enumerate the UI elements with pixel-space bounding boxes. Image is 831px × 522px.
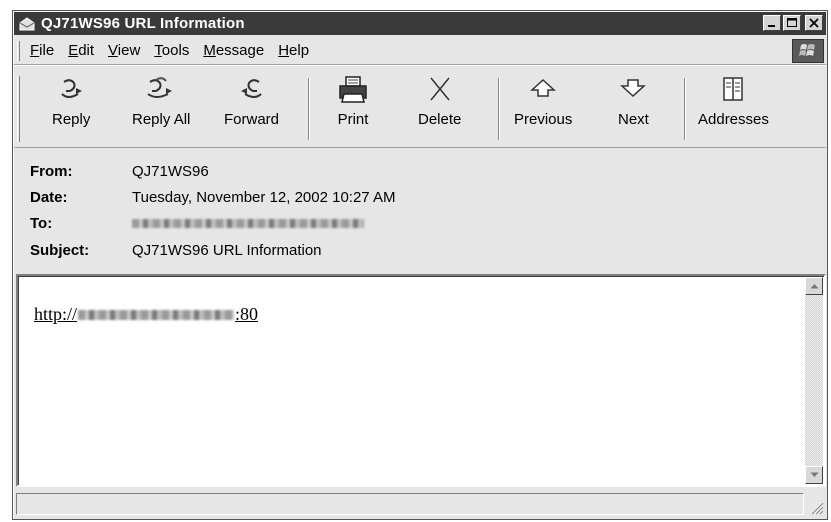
minimize-icon (768, 25, 775, 27)
menu-file[interactable]: File (30, 42, 54, 59)
toolbar-separator (498, 78, 500, 140)
from-label: From: (30, 163, 73, 180)
menu-message[interactable]: Message (203, 42, 264, 59)
url-port: :80 (235, 304, 259, 324)
message-body[interactable]: http:// :80 (16, 274, 826, 487)
maximize-icon (787, 18, 797, 27)
date-value: Tuesday, November 12, 2002 10:27 AM (132, 189, 396, 206)
close-icon (809, 18, 819, 28)
window-controls (763, 15, 823, 31)
forward-icon (240, 79, 262, 98)
vertical-scrollbar[interactable] (805, 277, 823, 484)
status-bar (16, 491, 826, 517)
header-subject-row: Subject: QJ71WS96 URL Information (30, 242, 322, 259)
previous-button[interactable]: Previous (514, 74, 572, 142)
delete-x-icon (430, 77, 450, 101)
reply-icon (61, 79, 83, 98)
toolbar-separator (308, 78, 310, 140)
toolbar-separator (684, 78, 686, 140)
up-arrow-icon (530, 78, 557, 97)
from-value: QJ71WS96 (132, 163, 209, 180)
maximize-button[interactable] (783, 15, 801, 31)
to-value-redacted (132, 219, 364, 228)
url-prefix: http:// (34, 304, 78, 324)
close-button[interactable] (805, 15, 823, 31)
subject-label: Subject: (30, 242, 90, 259)
header-date-row: Date: Tuesday, November 12, 2002 10:27 A… (30, 189, 396, 206)
addresses-button[interactable]: Addresses (698, 74, 769, 142)
window-title: QJ71WS96 URL Information (41, 15, 245, 32)
menu-view[interactable]: View (108, 42, 140, 59)
scroll-up-button[interactable] (805, 277, 823, 295)
menu-grip[interactable] (17, 41, 20, 61)
header-from-row: From: QJ71WS96 (30, 163, 209, 180)
menu-edit[interactable]: Edit (68, 42, 94, 59)
menu-help[interactable]: Help (278, 42, 309, 59)
printer-icon (339, 76, 367, 103)
header-to-row: To: (30, 215, 364, 232)
mail-envelope-icon (19, 16, 37, 32)
date-label: Date: (30, 189, 68, 206)
windows-logo-icon (792, 39, 824, 63)
reply-button[interactable]: Reply (52, 74, 90, 142)
status-panel (16, 493, 804, 515)
resize-grip-icon[interactable] (808, 499, 824, 515)
reply-all-button[interactable]: Reply All (132, 74, 190, 142)
delete-button[interactable]: Delete (418, 74, 461, 142)
forward-button[interactable]: Forward (224, 74, 279, 142)
mail-window: QJ71WS96 URL Information File Edit View … (12, 10, 828, 520)
url-link[interactable]: http:// :80 (34, 304, 258, 325)
subject-value: QJ71WS96 URL Information (132, 242, 322, 259)
address-book-icon (723, 77, 744, 101)
scroll-down-button[interactable] (805, 466, 823, 484)
menu-tools[interactable]: Tools (154, 42, 189, 59)
toolbar: Reply Reply All Forward Print Delete Pre… (14, 68, 826, 148)
to-label: To: (30, 215, 53, 232)
scroll-down-arrow-icon (810, 472, 818, 477)
minimize-button[interactable] (763, 15, 781, 31)
reply-all-icon (147, 77, 173, 98)
menu-bar: File Edit View Tools Message Help (14, 37, 826, 65)
scroll-up-arrow-icon (810, 284, 818, 289)
url-host-redacted (78, 309, 235, 320)
toolbar-grip[interactable] (17, 76, 20, 142)
title-bar[interactable]: QJ71WS96 URL Information (14, 12, 826, 35)
message-header: From: QJ71WS96 Date: Tuesday, November 1… (14, 151, 826, 271)
print-button[interactable]: Print (336, 74, 370, 142)
next-button[interactable]: Next (618, 74, 649, 142)
down-arrow-icon (620, 79, 647, 98)
